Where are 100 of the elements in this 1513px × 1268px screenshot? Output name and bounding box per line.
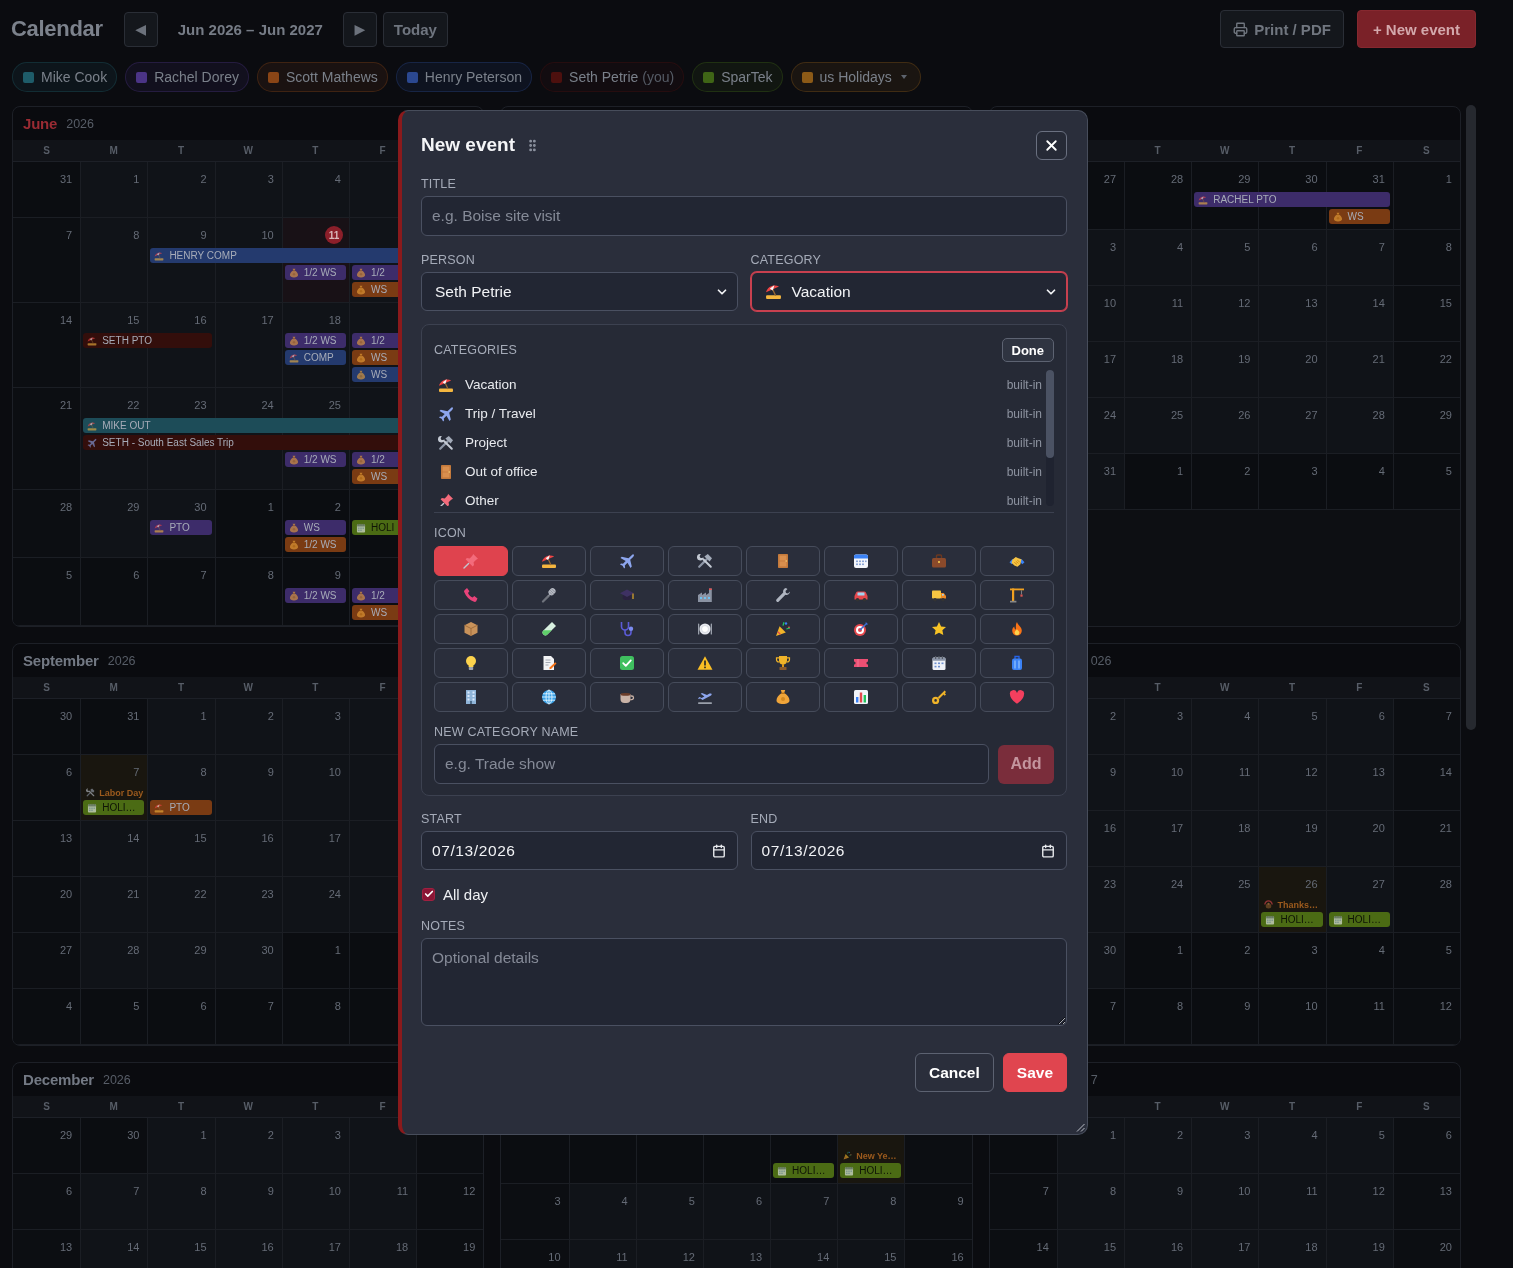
notes-textarea[interactable]: Optional details xyxy=(421,938,1067,1026)
icon-option[interactable] xyxy=(434,614,508,644)
event-bar[interactable]: HOLI… xyxy=(1261,912,1323,927)
weekday-label: S xyxy=(43,1101,50,1112)
icon-option[interactable] xyxy=(590,546,664,576)
date-range-label: Jun 2026 – Jun 2027 xyxy=(177,20,323,38)
day-number: 18 xyxy=(1305,1240,1318,1254)
weekday-label: W xyxy=(1220,682,1230,693)
save-button[interactable]: Save xyxy=(1002,1053,1067,1092)
calendar-filter-chip[interactable]: Rachel Dorey xyxy=(125,62,249,92)
day-number: 2 xyxy=(267,1128,274,1142)
category-name[interactable]: Vacation xyxy=(465,377,517,392)
icon-option[interactable] xyxy=(434,682,508,712)
scrollbar-thumb[interactable] xyxy=(1466,105,1476,730)
day-number: 15 xyxy=(1439,296,1452,310)
calendar-filter-chip[interactable]: Seth Petrie (you) xyxy=(540,62,685,92)
icon-option[interactable] xyxy=(590,648,664,678)
event-bar[interactable]: HOLI… xyxy=(773,1163,835,1178)
event-bar[interactable]: 1/2 WS xyxy=(284,588,346,603)
calendar-icon[interactable] xyxy=(711,843,726,858)
event-bar[interactable]: PTO xyxy=(150,800,212,815)
start-date-field[interactable]: 07/13/2026 xyxy=(421,831,738,870)
end-date-field[interactable]: 07/13/2026 xyxy=(750,831,1067,870)
resize-grip-icon[interactable] xyxy=(1076,1123,1085,1132)
icon-option[interactable] xyxy=(668,546,742,576)
checkbox[interactable] xyxy=(422,887,435,901)
event-bar[interactable]: 1/2 WS xyxy=(284,333,346,348)
event-bar[interactable]: WS xyxy=(1328,209,1390,224)
day-number: 29 xyxy=(1439,408,1452,422)
category-name[interactable]: Project xyxy=(465,435,508,450)
category-select[interactable]: Vacation xyxy=(750,272,1067,311)
calendar-filter-chip[interactable]: Mike Cook xyxy=(12,62,118,92)
day-number: 8 xyxy=(267,568,274,582)
done-button[interactable]: Done xyxy=(1001,338,1054,362)
icon-option[interactable] xyxy=(902,614,976,644)
event-bar[interactable]: PTO xyxy=(150,520,212,535)
checkbox-label[interactable]: All day xyxy=(443,885,489,903)
day-number: 8 xyxy=(334,999,341,1013)
event-bar[interactable]: HOLI… xyxy=(83,800,145,815)
event-bar[interactable]: COMP xyxy=(284,350,346,365)
weekday-label: F xyxy=(1356,145,1363,156)
close-button[interactable] xyxy=(1036,130,1067,160)
day-number: 16 xyxy=(1103,821,1117,835)
icon-option[interactable] xyxy=(512,682,586,712)
day-number: 30 xyxy=(1305,172,1318,186)
day-number: 7 xyxy=(200,568,207,582)
icon-option[interactable] xyxy=(824,682,898,712)
day-number: 30 xyxy=(194,500,207,514)
event-bar[interactable]: HOLI… xyxy=(840,1163,902,1178)
calendar-icon[interactable] xyxy=(1041,843,1055,858)
next-button[interactable]: ▶ xyxy=(342,11,377,47)
icon-option[interactable] xyxy=(746,648,820,678)
calendar-filter-chip[interactable]: Henry Peterson xyxy=(395,62,533,92)
cancel-button[interactable]: Cancel xyxy=(914,1053,994,1092)
print-button[interactable]: Print / PDF xyxy=(1220,10,1344,48)
weekday-label: T xyxy=(177,145,184,156)
weekday-label: M xyxy=(109,682,118,693)
day-number: 28 xyxy=(59,500,73,514)
event-bar[interactable]: HOLI… xyxy=(1328,912,1390,927)
icon-option[interactable] xyxy=(980,546,1054,576)
calendar-filter-chip[interactable]: SparTek xyxy=(692,62,783,92)
person-select[interactable]: Seth Petrie xyxy=(421,272,738,311)
icon-option[interactable] xyxy=(824,546,898,576)
category-name[interactable]: Other xyxy=(465,493,499,506)
icon-option[interactable] xyxy=(512,546,586,576)
day-number: 14 xyxy=(127,1240,140,1254)
flame-icon xyxy=(1009,621,1025,637)
today-button[interactable]: Today xyxy=(382,11,448,47)
event-bar[interactable]: RACHEL PTO xyxy=(1194,192,1390,207)
icon-option[interactable] xyxy=(668,648,742,678)
category-name[interactable]: Trip / Travel xyxy=(465,406,536,421)
icon-option[interactable] xyxy=(512,614,586,644)
event-bar[interactable]: 1/2 WS xyxy=(284,265,346,280)
title-input[interactable]: e.g. Boise site visit xyxy=(421,196,1067,236)
icon-option[interactable] xyxy=(590,682,664,712)
category-name[interactable]: Out of office xyxy=(465,464,538,479)
day-number: 5 xyxy=(1445,943,1452,957)
event-bar[interactable]: 1/2 WS xyxy=(284,452,346,467)
day-number: 21 xyxy=(127,887,140,901)
day-number: 11 xyxy=(396,1184,409,1198)
previous-button[interactable]: ◀ xyxy=(123,11,158,47)
calendar-filter-chip[interactable]: Scott Mathews xyxy=(256,62,388,92)
pushpin-icon xyxy=(438,492,454,506)
scrollbar-thumb[interactable] xyxy=(1046,370,1054,458)
day-number: 7 xyxy=(133,1184,140,1198)
event-bar[interactable]: SETH PTO xyxy=(83,333,212,348)
event-bar[interactable]: WS xyxy=(284,520,346,535)
party-popper-icon xyxy=(775,621,791,637)
day-number: 20 xyxy=(1439,1240,1452,1254)
icon-option[interactable] xyxy=(746,682,820,712)
icon-option[interactable] xyxy=(668,614,742,644)
month-year: 2026 xyxy=(102,1072,131,1087)
icon-option[interactable] xyxy=(902,580,976,610)
event-bar[interactable]: 1/2 WS xyxy=(284,537,346,552)
icon-option[interactable] xyxy=(434,648,508,678)
icon-option[interactable] xyxy=(512,648,586,678)
calendar-filter-chip[interactable]: us Holidays xyxy=(790,62,921,92)
icon-option[interactable] xyxy=(902,648,976,678)
icon-option[interactable] xyxy=(746,546,820,576)
new-event-button[interactable]: + New event xyxy=(1356,10,1476,48)
